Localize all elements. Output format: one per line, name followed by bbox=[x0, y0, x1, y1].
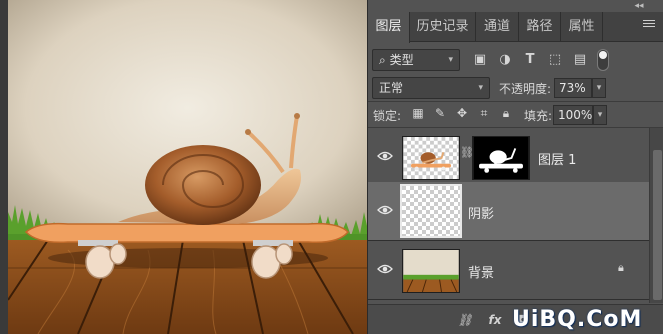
link-layers-icon[interactable]: ⛓︎ bbox=[456, 311, 474, 329]
opacity-label: 不透明度: bbox=[499, 82, 552, 96]
tab-paths[interactable]: 路径 bbox=[519, 12, 561, 42]
site-watermark: UiBQ.CoM bbox=[512, 307, 643, 332]
eye-icon[interactable] bbox=[377, 204, 393, 216]
eye-icon[interactable] bbox=[377, 263, 393, 275]
adjustment-filter-icon[interactable]: ◑ bbox=[496, 51, 514, 69]
lock-icon: 🔒︎ bbox=[618, 261, 624, 274]
filter-kind-label: 类型 bbox=[389, 53, 414, 67]
type-filter-icon[interactable]: T bbox=[521, 51, 539, 69]
layer-name[interactable]: 阴影 bbox=[468, 203, 494, 222]
link-chain-icon[interactable]: ⛓︎ bbox=[460, 146, 474, 164]
fill-label: 填充: bbox=[524, 109, 553, 123]
lock-transparent-icon[interactable]: ▦ bbox=[410, 105, 426, 121]
tab-properties[interactable]: 属性 bbox=[561, 12, 603, 42]
layer-filter-dropdown[interactable]: ⌕ 类型 ▾ bbox=[372, 49, 460, 71]
fill-field[interactable]: 100% bbox=[553, 105, 593, 125]
layer-thumbnail[interactable] bbox=[402, 249, 460, 293]
lock-all-icon[interactable]: 🔒︎ bbox=[498, 105, 514, 121]
shape-filter-icon[interactable]: ⬚ bbox=[546, 51, 564, 69]
layer-thumbnail[interactable] bbox=[402, 136, 460, 180]
layer-row[interactable]: 阴影 bbox=[368, 182, 649, 241]
layers-panel: ◂◂ 图层 历史记录 通道 路径 属性 ⌕ 类型 ▾ ▣ ◑ T ⬚ ▤ 正常 … bbox=[367, 0, 663, 334]
layer-mask-thumbnail[interactable] bbox=[472, 136, 530, 180]
lock-image-icon[interactable]: ✎ bbox=[432, 105, 448, 121]
fx-icon[interactable]: fx bbox=[486, 311, 504, 329]
collapse-panel-button[interactable]: ◂◂ bbox=[630, 0, 648, 12]
opacity-slider-toggle[interactable]: ▾ bbox=[592, 78, 606, 98]
layer-name[interactable]: 背景 bbox=[468, 262, 494, 281]
layer-row[interactable]: 背景 🔒︎ bbox=[368, 241, 649, 300]
tab-channels[interactable]: 通道 bbox=[476, 12, 519, 42]
canvas-image bbox=[8, 0, 367, 334]
opacity-field[interactable]: 73% bbox=[554, 78, 592, 98]
chevron-down-icon: ▾ bbox=[448, 55, 453, 65]
divider bbox=[368, 101, 663, 102]
lock-label: 锁定: bbox=[373, 109, 402, 123]
layer-name[interactable]: 图层 1 bbox=[538, 149, 576, 168]
lock-artboard-icon[interactable]: ⌗ bbox=[476, 105, 492, 121]
document-canvas[interactable] bbox=[0, 0, 367, 334]
filter-toggle-switch[interactable] bbox=[597, 49, 609, 71]
chevron-down-icon: ▾ bbox=[478, 83, 483, 93]
tab-history[interactable]: 历史记录 bbox=[410, 12, 476, 42]
smart-object-filter-icon[interactable]: ▤ bbox=[571, 51, 589, 69]
lock-position-icon[interactable]: ✥ bbox=[454, 105, 470, 121]
layer-row[interactable]: ⛓︎ 图层 1 bbox=[368, 128, 649, 187]
scrollbar-thumb[interactable] bbox=[653, 150, 662, 300]
blend-mode-value: 正常 bbox=[379, 81, 404, 95]
fill-slider-toggle[interactable]: ▾ bbox=[593, 105, 607, 125]
tab-layers[interactable]: 图层 bbox=[368, 12, 410, 43]
eye-icon[interactable] bbox=[377, 150, 393, 162]
layer-thumbnail[interactable] bbox=[400, 184, 462, 238]
panel-tab-bar: 图层 历史记录 通道 路径 属性 bbox=[368, 12, 663, 43]
search-icon: ⌕ bbox=[379, 53, 386, 67]
image-filter-icon[interactable]: ▣ bbox=[471, 51, 489, 69]
layers-scrollbar[interactable] bbox=[649, 128, 663, 303]
panel-menu-icon[interactable] bbox=[640, 18, 658, 34]
blend-mode-dropdown[interactable]: 正常 ▾ bbox=[372, 77, 490, 99]
